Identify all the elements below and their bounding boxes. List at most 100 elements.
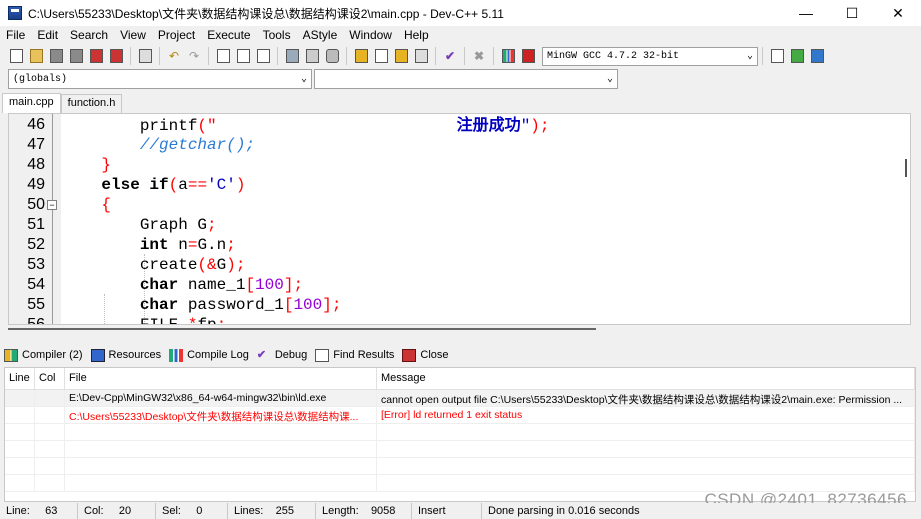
tab-main-cpp[interactable]: main.cpp	[2, 93, 61, 113]
insert-arrow-icon	[790, 49, 804, 63]
rebuild-button[interactable]	[412, 47, 430, 65]
save-all-button[interactable]	[67, 47, 85, 65]
open-button[interactable]	[27, 47, 45, 65]
save-button[interactable]	[47, 47, 65, 65]
line-number: 54	[27, 276, 45, 293]
close-file-button[interactable]	[87, 47, 105, 65]
replace-button[interactable]	[234, 47, 252, 65]
redo-button[interactable]: ↷	[185, 47, 203, 65]
check-icon: ✔	[256, 348, 267, 361]
tab-resources[interactable]: Resources	[90, 348, 161, 362]
find-icon	[216, 49, 230, 63]
status-bar: Line: 63 Col: 20 Sel: 0 Lines: 255 Lengt…	[0, 503, 921, 519]
tab-function-h[interactable]: function.h	[60, 94, 123, 113]
toolbar-separator	[159, 47, 160, 65]
find-button[interactable]	[214, 47, 232, 65]
code-line[interactable]: 48 }	[9, 155, 909, 175]
tab-debug[interactable]: ✔ Debug	[257, 349, 307, 362]
menu-file[interactable]: File	[0, 26, 31, 44]
col-header-message[interactable]: Message	[377, 368, 915, 389]
bookmark-icon	[325, 49, 339, 63]
code-text: printf(" 注册成功");	[63, 115, 550, 135]
line-number: 49	[27, 176, 45, 193]
class-scope-select[interactable]: (globals) ⌄	[8, 69, 312, 89]
code-line[interactable]: 49 else if(a=='C')	[9, 175, 909, 195]
window-list-button[interactable]	[303, 47, 321, 65]
menu-search[interactable]: Search	[64, 26, 114, 44]
menu-project[interactable]: Project	[152, 26, 201, 44]
grid-icon	[4, 348, 18, 362]
code-line[interactable]: 52 int n=G.n;	[9, 235, 909, 255]
code-editor[interactable]: 46 printf(" 注册成功"); 47 //getchar(); 48 } 49…	[8, 113, 911, 325]
compiler-select[interactable]: MinGW GCC 4.7.2 32-bit ⌄	[542, 46, 758, 66]
horizontal-scrollbar[interactable]	[8, 328, 596, 330]
code-line[interactable]: 55 char password_1[100];	[9, 295, 909, 315]
tab-compiler[interactable]: Compiler (2)	[4, 348, 83, 362]
col-header-line[interactable]: Line	[5, 368, 35, 389]
insert-button[interactable]	[788, 47, 806, 65]
code-line[interactable]: 53 create(&G);	[9, 255, 909, 275]
profile-button[interactable]	[519, 47, 537, 65]
table-row[interactable]: E:\Dev-Cpp\MinGW32\x86_64-w64-mingw32\bi…	[5, 390, 915, 407]
code-line[interactable]: 56 FILE *fp;	[9, 315, 909, 324]
menu-execute[interactable]: Execute	[201, 26, 256, 44]
code-line[interactable]: 51 Graph G;	[9, 215, 909, 235]
col-header-col[interactable]: Col	[35, 368, 65, 389]
code-text: create(&G);	[63, 256, 246, 274]
goto-line-button[interactable]	[254, 47, 272, 65]
line-number: 47	[27, 136, 45, 153]
menu-edit[interactable]: Edit	[31, 26, 64, 44]
run-window-icon	[374, 49, 388, 63]
cell-message: cannot open output file C:\Users\55233\D…	[377, 390, 915, 406]
code-text: {	[101, 196, 112, 214]
menu-view[interactable]: View	[114, 26, 152, 44]
editor-tabs: main.cpp function.h	[2, 93, 123, 113]
code-line[interactable]: 47 //getchar();	[9, 135, 909, 155]
compile-button[interactable]	[352, 47, 370, 65]
tab-close[interactable]: Close	[402, 348, 449, 362]
window-icon	[305, 49, 319, 63]
menu-window[interactable]: Window	[343, 26, 398, 44]
line-number: 51	[27, 216, 45, 233]
menu-tools[interactable]: Tools	[257, 26, 297, 44]
col-header-file[interactable]: File	[65, 368, 377, 389]
menu-astyle[interactable]: AStyle	[297, 26, 344, 44]
toolbar-separator	[130, 47, 131, 65]
print-button[interactable]	[136, 47, 154, 65]
table-row[interactable]: C:\Users\55233\Desktop\文件夹\数据结构课设总\数据结构课…	[5, 407, 915, 424]
new-class-button[interactable]	[768, 47, 786, 65]
undo-button[interactable]: ↶	[165, 47, 183, 65]
close-button[interactable]: ✕	[875, 0, 921, 26]
code-text: int n=G.n;	[139, 236, 236, 254]
compile-run-button[interactable]	[392, 47, 410, 65]
new-file-button[interactable]	[7, 47, 25, 65]
log-header: Line Col File Message	[5, 368, 915, 390]
tab-debug-label: Debug	[274, 349, 308, 361]
close-icon	[402, 348, 417, 362]
function-scope-select[interactable]: ⌄	[314, 69, 618, 89]
project-options-button[interactable]	[808, 47, 826, 65]
close-all-button[interactable]	[107, 47, 125, 65]
toolbar-separator	[762, 47, 763, 65]
list-button[interactable]	[283, 47, 301, 65]
window-controls: — ☐ ✕	[783, 0, 921, 26]
fold-toggle-icon[interactable]: −	[47, 200, 57, 210]
tab-find-results[interactable]: Find Results	[315, 348, 394, 362]
chart-button[interactable]	[499, 47, 517, 65]
code-line[interactable]: 50− {	[9, 195, 909, 215]
code-line[interactable]: 54 char name_1[100];	[9, 275, 909, 295]
status-sel: Sel: 0	[156, 503, 228, 519]
stop-button[interactable]: ✖	[470, 47, 488, 65]
syntax-check-button[interactable]: ✔	[441, 47, 459, 65]
bookmark-button[interactable]	[323, 47, 341, 65]
minimize-button[interactable]: —	[783, 0, 829, 26]
code-line[interactable]: 46 printf(" 注册成功");	[9, 115, 909, 135]
maximize-button[interactable]: ☐	[829, 0, 875, 26]
menu-help[interactable]: Help	[398, 26, 435, 44]
close-all-icon	[109, 49, 123, 63]
open-folder-icon	[29, 49, 43, 63]
toolbar-separator	[435, 47, 436, 65]
cell-file: E:\Dev-Cpp\MinGW32\x86_64-w64-mingw32\bi…	[65, 390, 377, 406]
tab-compile-log[interactable]: Compile Log	[169, 348, 249, 362]
run-button[interactable]	[372, 47, 390, 65]
